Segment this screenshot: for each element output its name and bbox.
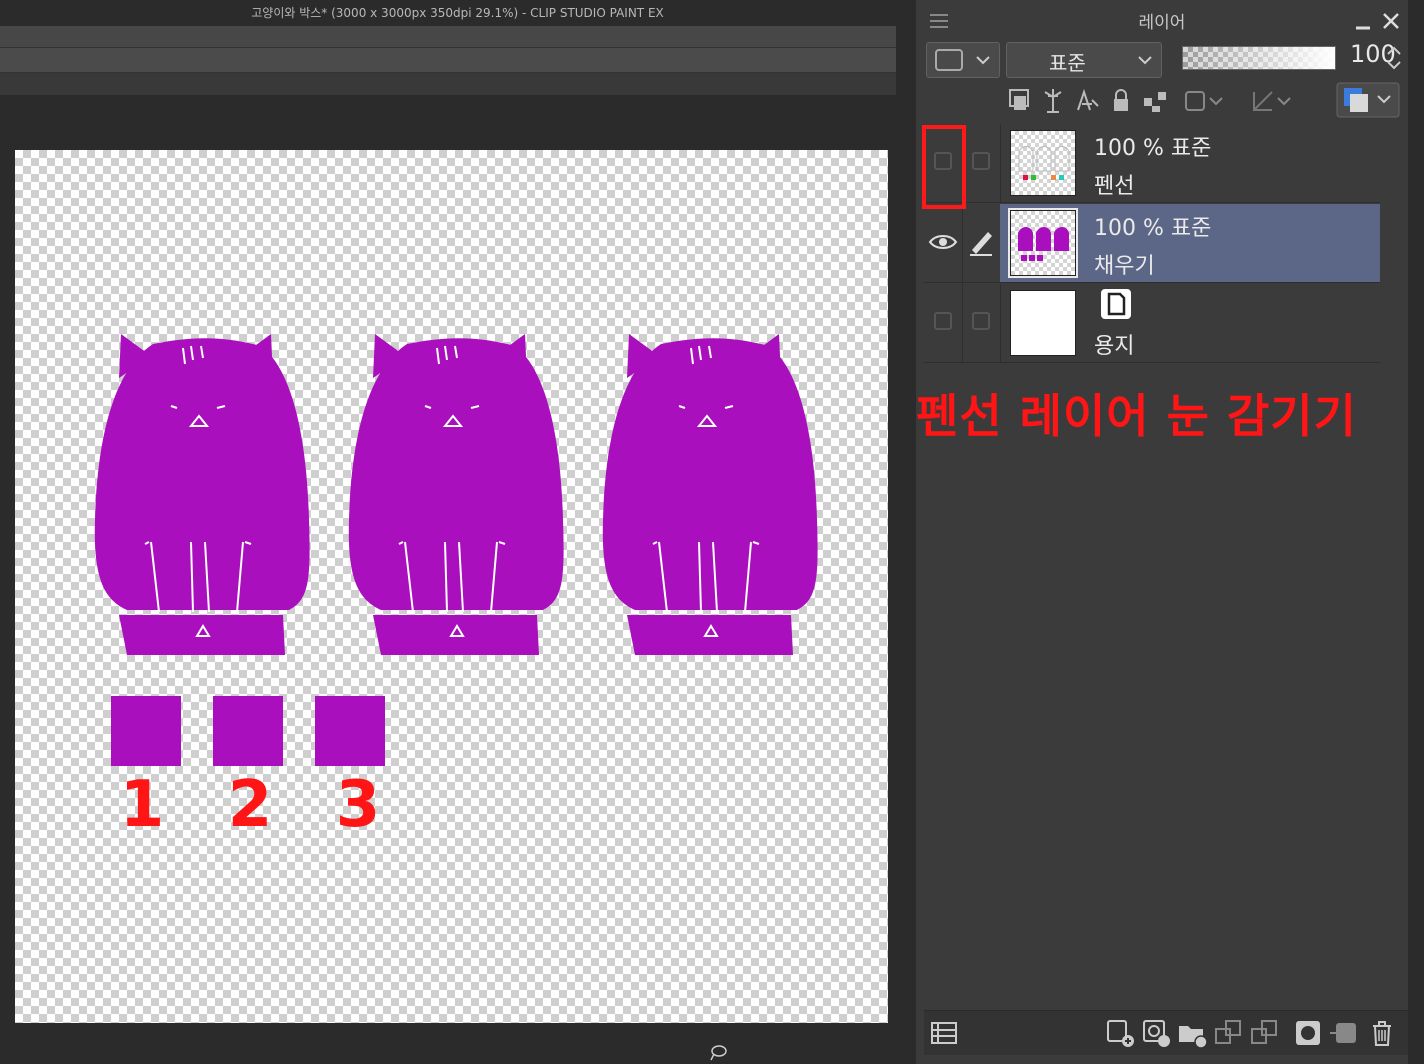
- layer-body[interactable]: 100 % 표준 펜선: [1000, 124, 1380, 202]
- layer-mode: 100 % 표준: [1094, 136, 1212, 161]
- new-raster-layer-icon[interactable]: [1104, 1017, 1136, 1049]
- blend-mode-value: 표준: [1049, 51, 1086, 75]
- layer-panel: 레이어 표준 100 100 % 표준 펜선 100 % 표준 채우기 용지: [916, 0, 1408, 1064]
- swatch-label-3: 3: [335, 768, 381, 842]
- canvas-tab-bar: [0, 73, 896, 96]
- swatch-label-2: 2: [227, 768, 273, 842]
- color-swatch-1: [111, 696, 181, 766]
- annotation-text: 펜선 레이어 눈 감기기: [916, 389, 1357, 443]
- layer-mode: 100 % 표준: [1094, 216, 1212, 241]
- cat-figure: [348, 334, 564, 655]
- new-vector-layer-icon[interactable]: [1140, 1017, 1172, 1049]
- opacity-slider[interactable]: [1182, 46, 1336, 70]
- layer-visibility-toggle[interactable]: [924, 284, 963, 362]
- layer-thumbnail: [1008, 208, 1078, 278]
- lasso-cursor-icon: [710, 1045, 727, 1061]
- panel-title: 레이어: [1138, 13, 1186, 33]
- layer-visibility-toggle[interactable]: [924, 204, 963, 282]
- layer-tools-row: [924, 82, 1408, 122]
- color-swatch-3: [315, 696, 385, 766]
- draft-layer-icon[interactable]: [1072, 86, 1102, 116]
- lock-transparent-pixels-icon[interactable]: [1140, 86, 1170, 116]
- layer-color-display-icon[interactable]: [1336, 82, 1400, 118]
- edit-target-off-icon: [972, 152, 990, 170]
- layer-color-icon: [935, 49, 963, 71]
- lock-layer-icon[interactable]: [1106, 86, 1136, 116]
- swatch-label-1: 1: [119, 768, 165, 842]
- eye-icon: [928, 235, 958, 249]
- layer-thumbnail: [1010, 130, 1076, 196]
- cat-figure: [94, 334, 310, 655]
- blend-mode-select[interactable]: 표준: [1006, 42, 1162, 78]
- transfer-to-lower-layer-icon[interactable]: [1212, 1017, 1244, 1049]
- pen-icon: [970, 232, 992, 256]
- layer-row-paper[interactable]: 용지: [924, 284, 1380, 363]
- clip-to-layer-below-icon[interactable]: [1004, 86, 1034, 116]
- layer-edit-toggle[interactable]: [962, 284, 1001, 362]
- layer-row-penline[interactable]: 100 % 표준 펜선: [924, 124, 1380, 203]
- chevron-down-icon: [976, 56, 990, 65]
- layer-property-panel-icon[interactable]: [928, 1017, 960, 1049]
- apply-mask-icon[interactable]: [1328, 1017, 1360, 1049]
- drawing-canvas[interactable]: 1 2 3: [15, 150, 888, 1023]
- command-bar: [0, 26, 896, 48]
- layer-row-fill[interactable]: 100 % 표준 채우기: [924, 204, 1380, 283]
- merge-with-layer-below-icon[interactable]: [1248, 1017, 1280, 1049]
- trash-icon[interactable]: [1366, 1017, 1398, 1049]
- enable-mask-icon[interactable]: [1182, 86, 1230, 116]
- layer-actions-bar: [924, 1010, 1408, 1055]
- layer-name: 펜선: [1094, 174, 1135, 199]
- annotation-highlight-box: [922, 125, 966, 209]
- color-swatch-2: [213, 696, 283, 766]
- reference-layer-icon[interactable]: [1038, 86, 1068, 116]
- opacity-stepper-icon[interactable]: [1386, 44, 1402, 72]
- layer-thumbnail: [1010, 290, 1076, 356]
- layer-body[interactable]: 용지: [1000, 284, 1380, 362]
- visibility-off-icon: [934, 312, 952, 330]
- window-title: 고양이와 박스* (3000 x 3000px 350dpi 29.1%) - …: [0, 0, 915, 26]
- penline-thumbnail-art: [1018, 146, 1070, 180]
- panel-header: 레이어: [916, 0, 1408, 40]
- layer-properties-row: 표준 100: [924, 40, 1408, 80]
- chevron-down-icon: [1138, 56, 1152, 65]
- fill-thumbnail-art: [1018, 227, 1069, 261]
- create-layer-mask-icon[interactable]: [1292, 1017, 1324, 1049]
- close-icon[interactable]: [1382, 12, 1400, 30]
- new-folder-icon[interactable]: [1176, 1017, 1208, 1049]
- layer-name: 용지: [1094, 334, 1135, 359]
- layer-list: 100 % 표준 펜선 100 % 표준 채우기 용지: [924, 124, 1380, 368]
- paper-layer-icon: [1101, 289, 1131, 319]
- edit-target-off-icon: [972, 312, 990, 330]
- minimize-icon[interactable]: [1354, 12, 1372, 30]
- layer-edit-toggle[interactable]: [962, 124, 1001, 202]
- right-dock-edge: [1408, 0, 1424, 1064]
- layer-name: 채우기: [1094, 254, 1155, 279]
- layer-color-dropdown[interactable]: [926, 42, 1000, 78]
- tool-property-bar: [0, 48, 896, 73]
- ruler-visibility-icon[interactable]: [1250, 86, 1298, 116]
- layer-body[interactable]: 100 % 표준 채우기: [1000, 204, 1380, 282]
- cat-figure: [602, 334, 818, 655]
- layer-edit-toggle[interactable]: [962, 204, 1001, 282]
